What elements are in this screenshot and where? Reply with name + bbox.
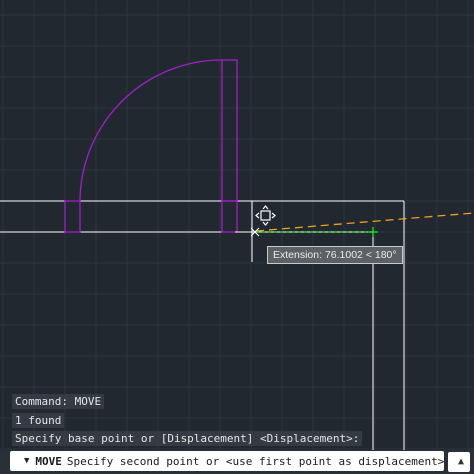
door-block[interactable] xyxy=(64,59,238,233)
command-history-button[interactable]: ▲ xyxy=(448,452,470,472)
dynamic-input-tooltip: Extension: 76.1002 < 180° xyxy=(267,246,403,264)
command-input[interactable]: ▼ MOVE Specify second point or <use firs… xyxy=(10,451,444,471)
tracking-point-marker xyxy=(368,227,378,237)
chevron-up-icon: ▲ xyxy=(457,456,464,467)
command-prompt-text: Specify second point or <use first point… xyxy=(66,454,444,468)
door-jamb-left xyxy=(64,200,81,233)
active-command-name: MOVE xyxy=(35,454,62,468)
extension-tracking-line xyxy=(255,212,474,232)
command-history-line: 1 found xyxy=(12,413,65,428)
door-jamb-right xyxy=(221,200,238,233)
command-history-line: Specify base point or [Displacement] <Di… xyxy=(12,431,363,446)
command-line-bar: ▼ MOVE Specify second point or <use firs… xyxy=(0,450,474,474)
door-swing-arc xyxy=(79,59,223,202)
dropdown-caret-icon[interactable]: ▼ xyxy=(24,456,29,466)
move-cursor-icon xyxy=(255,205,276,226)
door-leaf xyxy=(221,59,238,202)
command-history-line: Command: MOVE xyxy=(12,394,105,409)
